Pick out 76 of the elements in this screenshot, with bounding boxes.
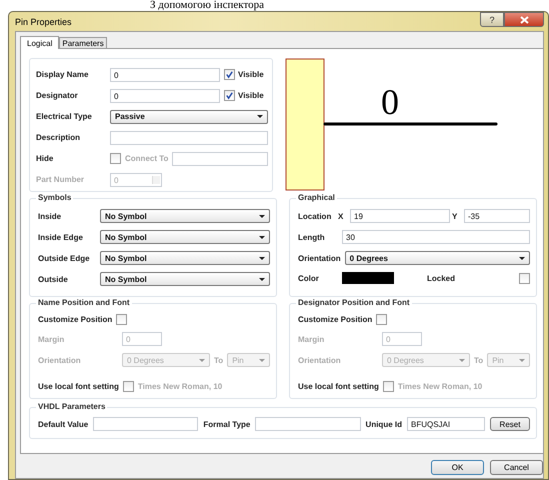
field-label: Length	[298, 232, 326, 242]
text-field[interactable]: 19	[350, 209, 450, 223]
checkbox-label: Customize Position	[38, 315, 112, 324]
field-label: Formal Type	[203, 420, 250, 428]
checkbox[interactable]	[224, 69, 235, 80]
field-label: Outside Edge	[38, 254, 91, 262]
dropdown[interactable]: 0 Degrees	[344, 251, 530, 265]
text-field[interactable]	[172, 152, 268, 166]
field-label: Orientation	[298, 254, 341, 262]
field-label: To	[474, 356, 484, 364]
group-title: Symbols	[36, 193, 74, 203]
text-field[interactable]	[255, 417, 361, 431]
checkbox-label: Use local font setting	[298, 382, 379, 391]
field-label: Location	[298, 212, 332, 220]
reset-button[interactable]: Reset	[490, 417, 530, 431]
checkbox[interactable]	[519, 272, 530, 284]
text-field[interactable]	[93, 417, 198, 431]
checkbox[interactable]	[116, 314, 128, 325]
checkbox[interactable]	[382, 381, 394, 392]
field-label: X	[338, 212, 344, 220]
group-title: Graphical	[296, 193, 337, 203]
field-label: Hide	[36, 154, 54, 163]
dropdown[interactable]: No Symbol	[100, 209, 270, 223]
dialog-button[interactable]: OK	[431, 460, 484, 475]
window-title: Pin Properties	[15, 16, 73, 27]
checkbox-label: Use local font setting	[38, 382, 119, 391]
checkbox-label: Connect To	[125, 154, 168, 163]
field-label: Margin	[38, 334, 66, 344]
document-heading: З допомогою інспектора	[149, 0, 264, 11]
dropdown[interactable]: No Symbol	[100, 251, 270, 265]
font-name: Times New Roman, 10	[138, 382, 222, 391]
dropdown[interactable]: Passive	[110, 110, 268, 124]
checkbox-label: Customize Position	[298, 315, 372, 324]
font-name: Times New Roman, 10	[398, 382, 482, 391]
dialog-button[interactable]: Cancel	[490, 460, 543, 475]
dropdown[interactable]: No Symbol	[100, 272, 270, 286]
checkbox[interactable]	[110, 153, 121, 164]
field-label: To	[214, 356, 224, 364]
color-swatch[interactable]	[342, 272, 394, 284]
field-label: Part Number	[36, 175, 86, 184]
tab[interactable]: Logical	[20, 36, 60, 49]
dropdown[interactable]: No Symbol	[100, 230, 270, 244]
tab[interactable]: Parameters	[59, 37, 107, 48]
text-field[interactable]	[110, 130, 268, 144]
checkbox-label: Visible	[238, 91, 264, 100]
field-label: Margin	[298, 334, 326, 344]
text-field[interactable]: 0	[110, 68, 220, 82]
group-title: Designator Position and Font	[296, 298, 412, 308]
field-label: Orientation	[38, 356, 82, 364]
field-label: Description	[36, 133, 82, 142]
field-label: Color	[298, 274, 320, 282]
checkbox-label: Visible	[238, 70, 264, 79]
pin-preview-drawing: 0	[285, 58, 537, 192]
group-title: VHDL Parameters	[36, 402, 108, 412]
field-label: Inside	[38, 212, 62, 220]
field-label: Y	[452, 212, 458, 220]
close-button[interactable]	[504, 12, 544, 27]
help-button[interactable]: ?	[480, 12, 504, 27]
text-field[interactable]: 30	[342, 230, 530, 244]
field-label: Outside	[38, 274, 69, 284]
field-label: Unique Id	[366, 420, 402, 428]
field-label: Designator	[36, 91, 79, 100]
checkbox[interactable]	[122, 381, 134, 392]
field-label: Orientation	[298, 356, 342, 364]
text-field[interactable]: -35	[464, 209, 530, 223]
field-label: Inside Edge	[38, 232, 84, 242]
text-field[interactable]: BFUQSJAI	[407, 417, 485, 431]
field-label: Display Name	[36, 70, 90, 79]
checkbox[interactable]	[224, 90, 235, 101]
field-label: Electrical Type	[36, 112, 93, 121]
group-title: Name Position and Font	[36, 298, 132, 308]
checkbox-label: Locked	[426, 274, 455, 282]
close-icon	[520, 16, 528, 24]
checkbox[interactable]	[376, 314, 388, 325]
text-field[interactable]: 0	[110, 88, 220, 102]
field-label: Default Value	[38, 420, 88, 428]
